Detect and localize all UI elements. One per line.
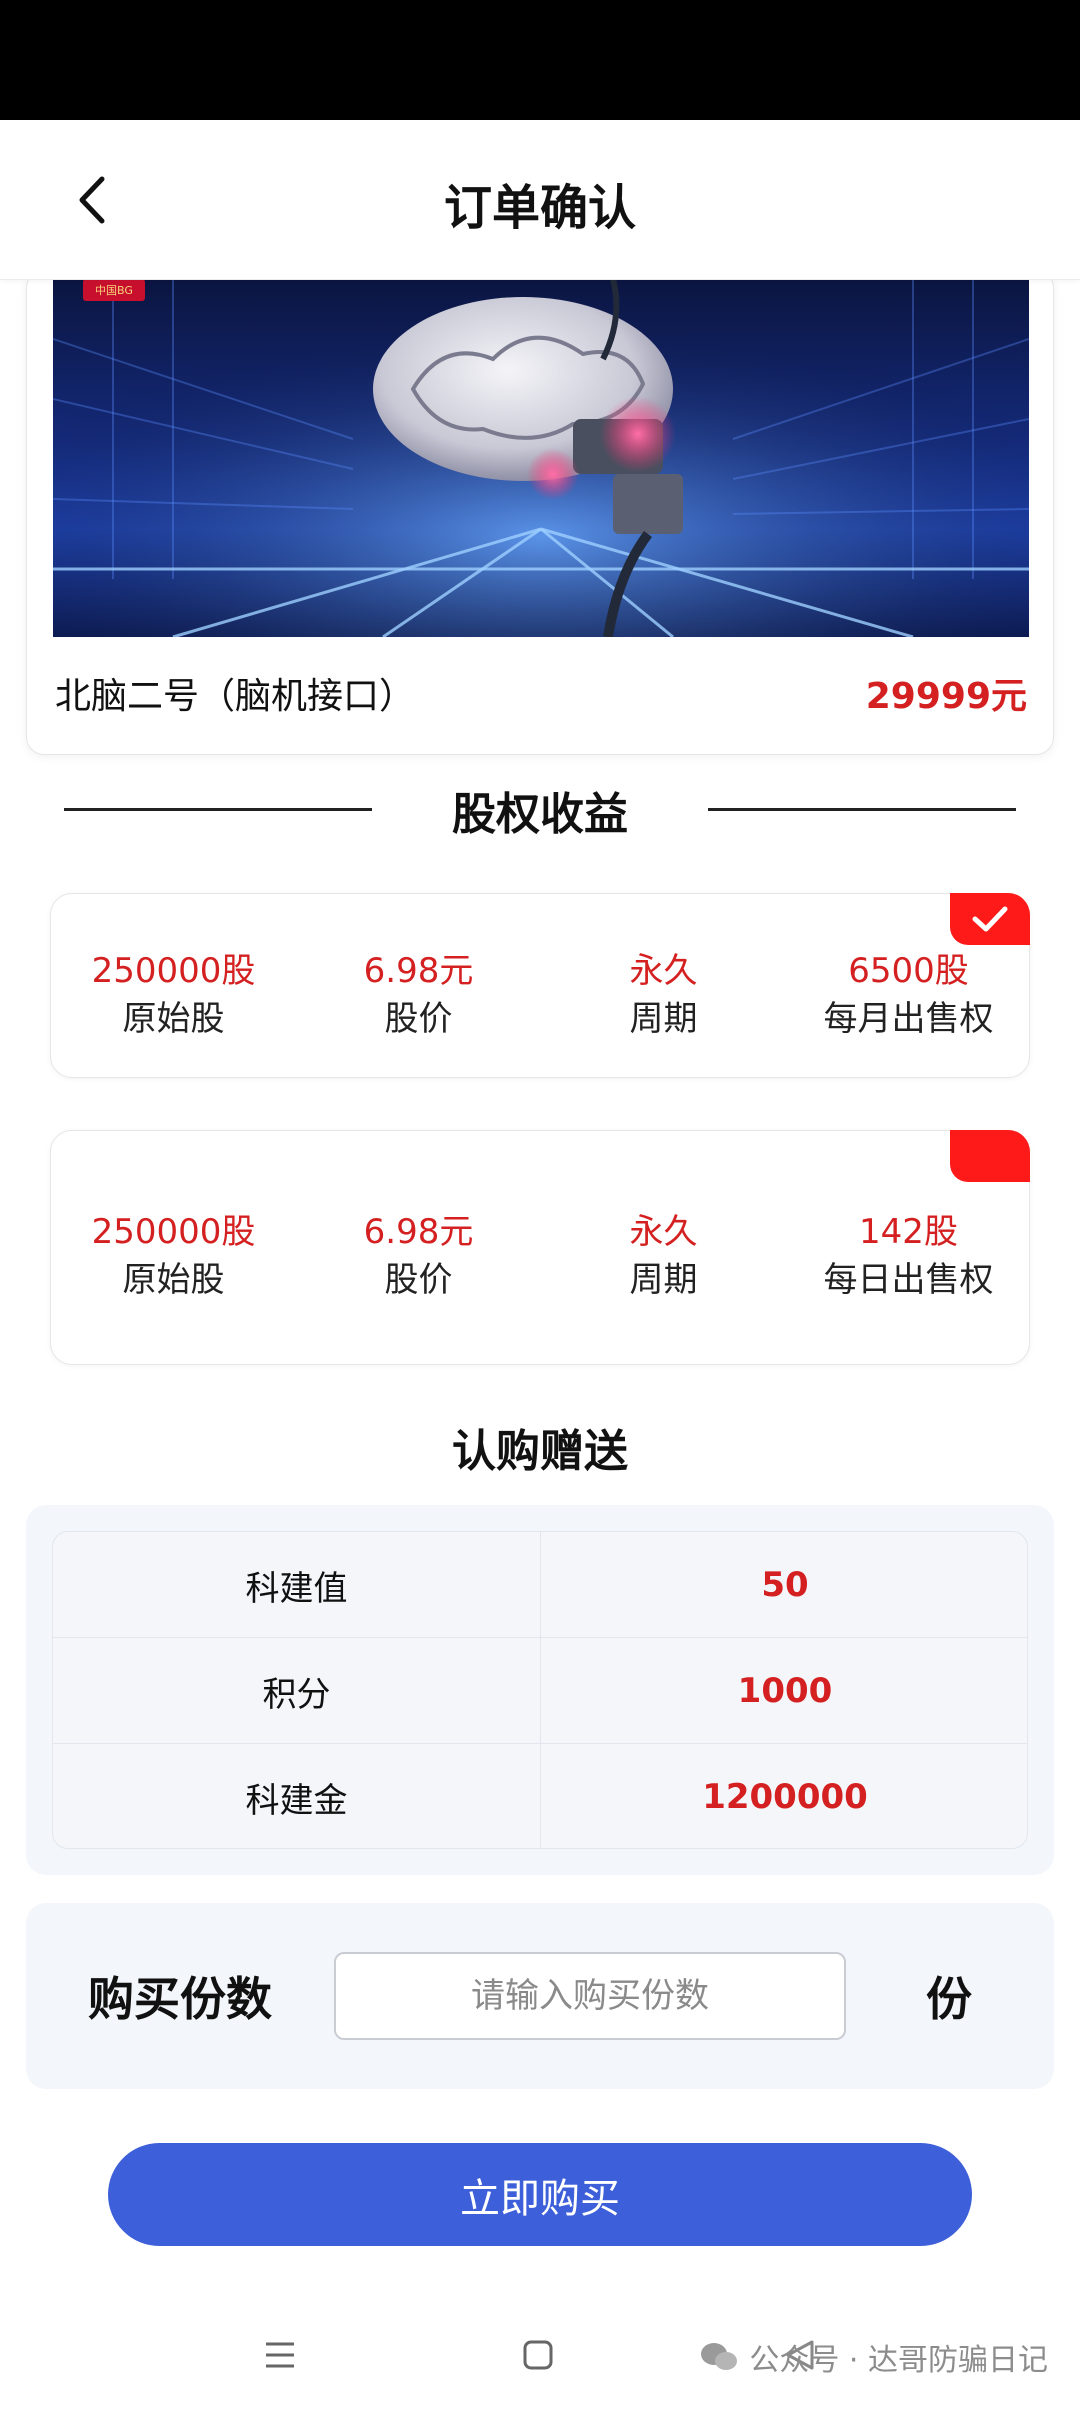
gift-table: 科建值 50 积分 1000 科建金 1200000 [52, 1531, 1028, 1849]
wechat-icon [701, 2343, 738, 2370]
quantity-label: 购买份数 [88, 1972, 272, 2026]
sell-right-label: 每月出售权 [823, 999, 994, 1039]
sell-right-column: 6500股 每月出售权 [786, 948, 1031, 1044]
price-column: 6.98元 股价 [296, 1209, 541, 1305]
product-price: 29999元 [865, 676, 1027, 717]
gift-key: 积分 [53, 1638, 541, 1744]
selected-check-badge [950, 893, 1030, 945]
buy-now-button[interactable]: 立即购买 [108, 2143, 972, 2246]
gift-value: 50 [761, 1565, 809, 1605]
price-label: 股价 [384, 999, 453, 1039]
gift-value: 1200000 [702, 1777, 868, 1817]
header-bar: 订单确认 [0, 120, 1080, 280]
table-row: 科建值 50 [53, 1532, 1027, 1638]
period-column: 永久 周期 [541, 948, 786, 1044]
product-name: 北脑二号（脑机接口） [55, 676, 416, 717]
gift-value: 1000 [737, 1671, 833, 1711]
nav-menu-button[interactable] [250, 2330, 310, 2380]
shares-label: 原始股 [122, 1260, 225, 1300]
nav-home-button[interactable] [508, 2330, 568, 2380]
period-value: 永久 [629, 951, 698, 991]
sell-right-value: 142股 [859, 1212, 958, 1252]
period-column: 永久 周期 [541, 1209, 786, 1305]
sell-right-value: 6500股 [848, 951, 969, 991]
shares-column: 250000股 原始股 [51, 948, 296, 1044]
gift-section-title: 认购赠送 [452, 1426, 628, 1477]
product-card: 中国BG 北脑二号（脑机接口） 29999元 [26, 270, 1054, 755]
status-bar [0, 0, 1080, 120]
divider-right [708, 808, 1016, 811]
watermark: 公众号 · 达哥防骗日记 [699, 2335, 1048, 2379]
gift-key: 科建值 [53, 1532, 541, 1638]
shares-value: 250000股 [91, 951, 256, 991]
gift-panel: 科建值 50 积分 1000 科建金 1200000 [26, 1505, 1054, 1875]
checkmark-icon [972, 906, 1008, 932]
gift-key: 科建金 [53, 1744, 541, 1848]
price-value: 6.98元 [363, 951, 474, 991]
quantity-panel: 购买份数 份 [26, 1903, 1054, 2089]
table-row: 科建金 1200000 [53, 1744, 1027, 1848]
price-column: 6.98元 股价 [296, 948, 541, 1044]
home-square-icon [523, 2340, 553, 2370]
svg-text:中国BG: 中国BG [95, 284, 133, 297]
page-title: 订单确认 [443, 180, 636, 236]
period-label: 周期 [629, 999, 698, 1039]
sell-right-column: 142股 每日出售权 [786, 1209, 1031, 1305]
equity-option-monthly[interactable]: 250000股 原始股 6.98元 股价 永久 周期 6500股 每月出售权 [50, 893, 1030, 1078]
price-value: 6.98元 [363, 1212, 474, 1252]
sell-right-label: 每日出售权 [823, 1260, 994, 1300]
quantity-unit: 份 [926, 1972, 972, 2026]
menu-icon [266, 2342, 294, 2368]
product-banner-image: 中国BG [53, 279, 1029, 637]
price-label: 股价 [384, 1260, 453, 1300]
equity-option-daily[interactable]: 250000股 原始股 6.98元 股价 永久 周期 142股 每日出售权 [50, 1130, 1030, 1365]
watermark-text: 公众号 · 达哥防骗日记 [749, 2343, 1048, 2378]
table-row: 积分 1000 [53, 1638, 1027, 1744]
period-label: 周期 [629, 1260, 698, 1300]
shares-value: 250000股 [91, 1212, 256, 1252]
quantity-input[interactable] [334, 1952, 846, 2040]
period-value: 永久 [629, 1212, 698, 1252]
unselected-badge [950, 1130, 1030, 1182]
shares-label: 原始股 [122, 999, 225, 1039]
shares-column: 250000股 原始股 [51, 1209, 296, 1305]
